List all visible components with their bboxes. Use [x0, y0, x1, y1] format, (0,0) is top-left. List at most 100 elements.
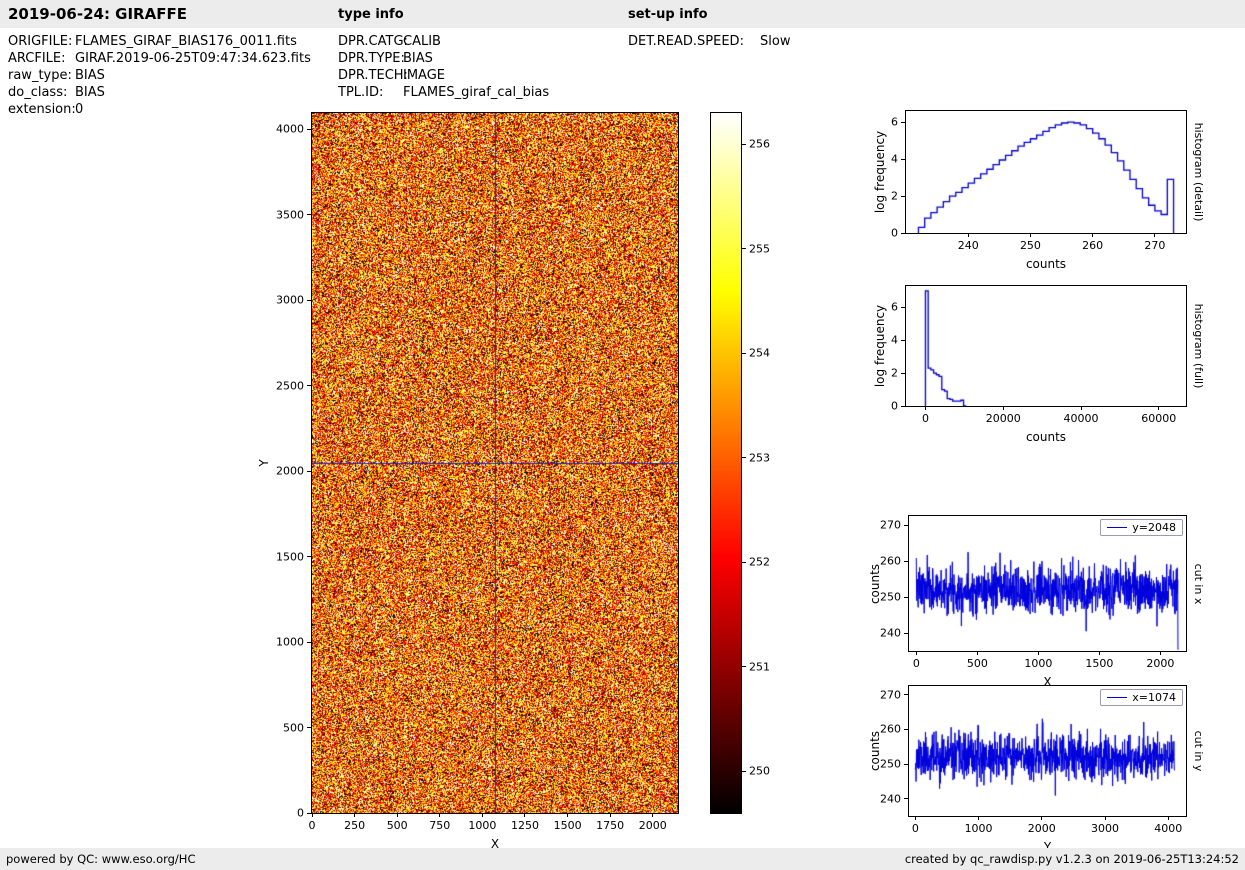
y-tick-label: 1000 [276, 635, 304, 649]
cut-in-x-plot: 0 500 1000 1500 2000 240 250 260 270 Xcounts cut i… [868, 515, 1205, 689]
meta-value: BIAS [403, 51, 433, 66]
y-axis-label: log frequency [873, 304, 887, 388]
x-tick-mark [1154, 233, 1156, 237]
y-tick-mark [307, 641, 311, 643]
meta-label: DPR.TYPE: [338, 51, 405, 66]
x-tick-label: 0 [911, 822, 919, 835]
x-tick-mark [978, 816, 980, 820]
x-tick-label: 2000 [1027, 822, 1056, 835]
y-tick-mark [904, 596, 908, 598]
cut-in-y-plot: 0 1000 2000 3000 4000 240 250 260 270 Ycounts cut … [868, 685, 1205, 854]
y-axis-label: counts [868, 730, 882, 772]
x-tick-mark [915, 651, 917, 655]
type-info-heading: type info [338, 7, 404, 22]
y-tick-label: 270 [880, 688, 901, 702]
meta-row-raw-type: raw_type: BIAS [8, 67, 311, 84]
y-axis-label: counts [868, 563, 882, 604]
y-tick-label: 250 [749, 764, 770, 778]
x-tick-label: 260 [1082, 239, 1104, 252]
x-tick-label: 4000 [1154, 822, 1183, 835]
x-tick-mark [1158, 406, 1160, 410]
meta-row-dpr-tech: DPR.TECH:IMAGE [338, 67, 549, 84]
x-tick-label: 3000 [1091, 822, 1120, 835]
x-tick-mark [567, 813, 569, 817]
y-tick-label: 252 [749, 555, 770, 569]
x-tick-label: 240 [957, 239, 979, 252]
y-tick-label: 6 [891, 115, 898, 129]
footer-bar: powered by QC: www.eso.org/HC created by… [0, 848, 1245, 870]
y-tick-mark [901, 372, 905, 374]
y-tick-mark [904, 798, 908, 800]
y-tick-label: 254 [749, 346, 770, 360]
y-tick-mark [901, 405, 905, 407]
x-tick-mark [1092, 233, 1094, 237]
meta-label: DPR.TECH: [338, 68, 408, 83]
x-tick-mark [1037, 651, 1039, 655]
hist-full-canvas [906, 286, 1186, 406]
x-tick-label: 250 [344, 819, 366, 832]
meta-row-tpl-id: TPL.ID: FLAMES_giraf_cal_bias [338, 84, 549, 101]
y-tick-mark [742, 248, 746, 250]
cut-x-canvas [909, 516, 1186, 651]
meta-row-read-speed: DET.READ.SPEED: Slow [628, 33, 790, 50]
y-tick-label: 2000 [276, 464, 304, 478]
legend-line-sample [1107, 527, 1128, 528]
meta-row-origfile: ORIGFILE: FLAMES_GIRAF_BIAS176_0011.fits [8, 33, 311, 50]
x-tick-mark [609, 813, 611, 817]
x-tick-mark [354, 813, 356, 817]
colorbar-canvas [711, 113, 741, 813]
colorbar: 250 251 252 253 254 255 256 [710, 112, 770, 814]
y-tick-mark [307, 812, 311, 814]
y-tick-label: 0 [297, 806, 304, 820]
header-bar: 2019-06-24: GIRAFFE type info set-up inf… [0, 0, 1245, 28]
y-tick-label: 3500 [276, 208, 304, 222]
x-tick-mark [524, 813, 526, 817]
x-tick-label: 750 [429, 819, 451, 832]
histogram-full-plot: 0 20000 40000 60000 0 2 4 6 counts log frequency h… [873, 285, 1205, 444]
x-tick-mark [1159, 651, 1161, 655]
x-tick-mark [1029, 233, 1031, 237]
hist-detail-canvas [906, 111, 1186, 233]
y-tick-label: 240 [880, 792, 901, 806]
y-tick-mark [904, 560, 908, 562]
legend-label: x=1074 [1132, 691, 1176, 704]
legend: y=2048 [1100, 519, 1183, 536]
y-tick-mark [742, 352, 746, 354]
y-tick-label: 4 [891, 333, 898, 347]
meta-value: 0 [75, 102, 84, 117]
meta-row-extension: extension:0 [8, 101, 311, 118]
meta-label: extension: [8, 102, 76, 117]
x-tick-mark [1002, 406, 1004, 410]
meta-label: ORIGFILE: [8, 34, 73, 49]
legend-label: y=2048 [1132, 521, 1176, 534]
x-tick-mark [967, 233, 969, 237]
y-tick-label: 260 [880, 722, 901, 736]
metadata-setup-info: DET.READ.SPEED: Slow [628, 33, 790, 50]
y-tick-mark [904, 763, 908, 765]
y-tick-mark [904, 632, 908, 634]
metadata-file-info: ORIGFILE: FLAMES_GIRAF_BIAS176_0011.fits … [8, 33, 311, 118]
meta-label: raw_type: [8, 68, 72, 83]
x-axis-label: counts [1025, 257, 1067, 271]
legend-line-sample [1107, 697, 1128, 698]
x-tick-label: 2000 [1146, 657, 1175, 670]
meta-value: FLAMES_giraf_cal_bias [403, 85, 550, 100]
meta-row-do-class: do_class: BIAS [8, 84, 311, 101]
meta-label: do_class: [8, 85, 68, 100]
meta-label: TPL.ID: [338, 85, 384, 100]
setup-info-heading: set-up info [628, 7, 708, 22]
legend: x=1074 [1100, 689, 1183, 706]
x-tick-mark [914, 816, 916, 820]
y-axis-label: Y [257, 459, 271, 467]
meta-value: FLAMES_GIRAF_BIAS176_0011.fits [75, 34, 297, 49]
meta-label: ARCFILE: [8, 51, 66, 66]
y-tick-label: 253 [749, 451, 770, 465]
x-tick-label: 1000 [1024, 657, 1053, 670]
right-axis-label: histogram (full) [1192, 303, 1205, 389]
meta-row-arcfile: ARCFILE: GIRAF.2019-06-25T09:47:34.623.fi… [8, 50, 311, 67]
y-tick-label: 250 [880, 757, 901, 771]
y-tick-label: 2 [891, 189, 898, 203]
x-tick-mark [924, 406, 926, 410]
x-tick-label: 1250 [510, 819, 539, 832]
y-tick-mark [307, 385, 311, 387]
